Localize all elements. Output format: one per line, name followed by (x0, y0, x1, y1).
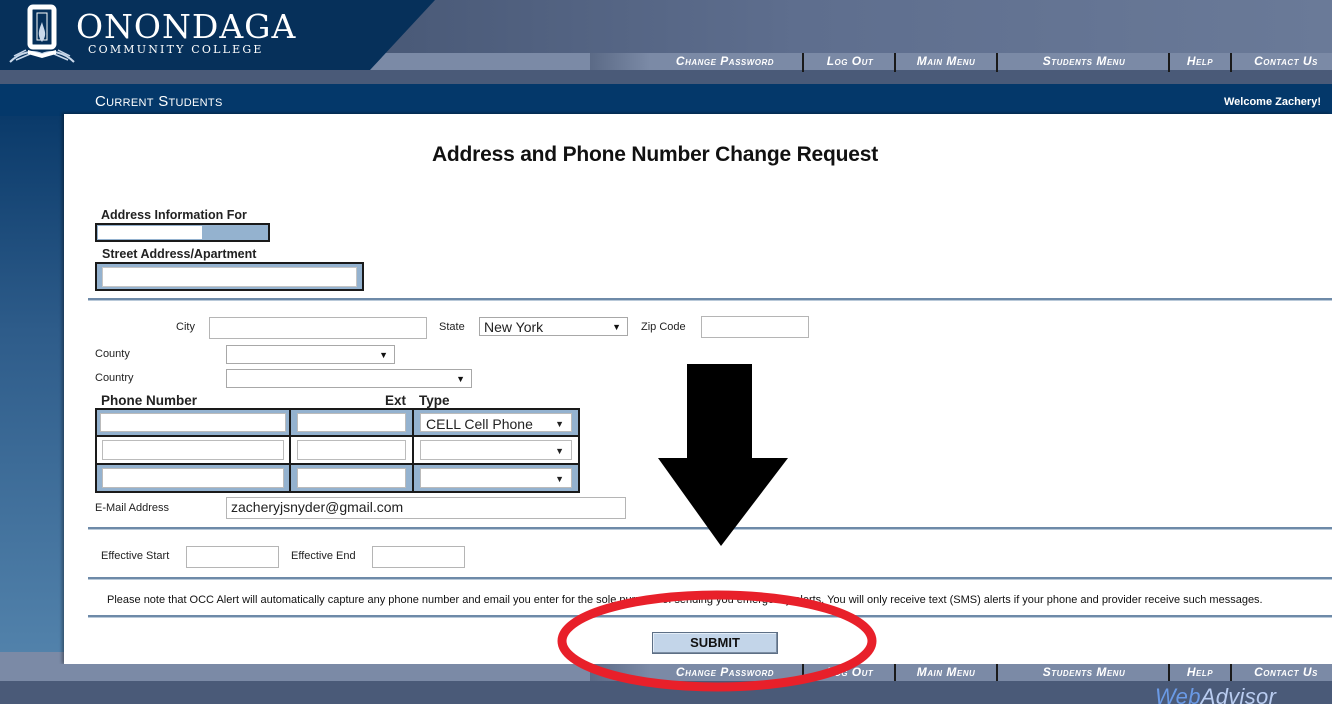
street-address-label: Street Address/Apartment (102, 247, 257, 261)
phone-2-type-select[interactable]: ▼ (420, 440, 572, 460)
left-side-panel-footer (0, 652, 66, 664)
chevron-down-icon: ▼ (379, 350, 388, 360)
ext-header: Ext (385, 393, 407, 408)
footer-nav-help[interactable]: Help (1176, 664, 1224, 681)
nav-contact-us[interactable]: Contact Us (1240, 53, 1332, 70)
phone-2-ext-input[interactable] (297, 440, 406, 460)
phone-3-ext-input[interactable] (297, 468, 406, 488)
email-label: E-Mail Address (95, 502, 169, 514)
college-subtitle: COMMUNITY COLLEGE (88, 43, 264, 56)
phone-row-2-type-cell: ▼ (412, 435, 580, 465)
state-select[interactable]: New York ▼ (479, 317, 628, 336)
nav-separator (894, 53, 896, 72)
zip-input[interactable] (701, 316, 809, 338)
state-selected-value: New York (484, 319, 544, 335)
phone-row-3-ext-cell (289, 463, 414, 493)
webadvisor-logo: WebAdvisor (1155, 684, 1276, 704)
college-logo[interactable]: ONONDAGA COMMUNITY COLLEGE (0, 0, 435, 70)
nav-separator (802, 53, 804, 72)
phone-number-header: Phone Number (101, 393, 198, 408)
phone-1-type-value: CELL Cell Phone (426, 416, 533, 432)
bottom-nav-bar: Change Password Log Out Main Menu Studen… (0, 664, 1332, 683)
college-emblem-icon (9, 4, 75, 63)
state-label: State (439, 321, 465, 333)
nav-fade (590, 53, 650, 70)
street-address-input[interactable] (102, 267, 357, 287)
phone-row-1-type-cell: CELL Cell Phone ▼ (412, 408, 580, 437)
nav-separator (1168, 53, 1170, 72)
main-content-panel (64, 114, 1332, 665)
footer-nav-contact-us[interactable]: Contact Us (1240, 664, 1332, 681)
footer-nav-students-menu[interactable]: Students Menu (1010, 664, 1158, 681)
webadvisor-logo-web: Web (1155, 684, 1201, 704)
page-title: Address and Phone Number Change Request (431, 143, 879, 166)
section-divider (88, 615, 1332, 618)
welcome-message: Welcome Zachery! (1223, 96, 1321, 108)
chevron-down-icon: ▼ (555, 474, 564, 484)
phone-1-ext-input[interactable] (297, 413, 406, 432)
footer-nav-change-password[interactable]: Change Password (656, 664, 794, 681)
footer-nav-log-out[interactable]: Log Out (812, 664, 888, 681)
section-title: Current Students (95, 93, 223, 110)
submit-button[interactable]: SUBMIT (652, 632, 778, 654)
street-address-box (95, 262, 364, 291)
chevron-down-icon: ▼ (555, 419, 564, 429)
footer-nav-main-menu[interactable]: Main Menu (902, 664, 990, 681)
left-side-panel (0, 116, 66, 656)
nav-fade (590, 664, 650, 681)
chevron-down-icon: ▼ (612, 322, 621, 332)
zip-label: Zip Code (641, 321, 686, 333)
phone-3-number-input[interactable] (102, 468, 284, 488)
phone-2-number-input[interactable] (102, 440, 284, 460)
address-info-label: Address Information For (101, 208, 247, 222)
section-divider (88, 577, 1332, 580)
section-divider (88, 527, 1332, 530)
effective-start-input[interactable] (186, 546, 279, 568)
phone-3-type-select[interactable]: ▼ (420, 468, 572, 488)
phone-1-number-input[interactable] (100, 413, 286, 432)
nav-main-menu[interactable]: Main Menu (902, 53, 990, 70)
phone-row-3-type-cell: ▼ (412, 463, 580, 493)
type-header: Type (419, 393, 450, 408)
effective-end-label: Effective End (291, 550, 356, 562)
college-name: ONONDAGA (76, 7, 297, 46)
nav-help[interactable]: Help (1176, 53, 1224, 70)
nav-change-password[interactable]: Change Password (656, 53, 794, 70)
phone-1-type-select[interactable]: CELL Cell Phone ▼ (420, 413, 572, 432)
country-select[interactable]: ▼ (226, 369, 472, 388)
nav-separator (1230, 53, 1232, 72)
chevron-down-icon: ▼ (456, 374, 465, 384)
county-label: County (95, 348, 130, 360)
address-info-value (98, 226, 202, 239)
occ-alert-notice: Please note that OCC Alert will automati… (107, 594, 1263, 606)
county-select[interactable]: ▼ (226, 345, 395, 364)
webadvisor-logo-advisor: Advisor (1200, 684, 1277, 704)
nav-students-menu[interactable]: Students Menu (1010, 53, 1158, 70)
nav-separator (996, 53, 998, 72)
section-divider (88, 298, 1332, 301)
effective-end-input[interactable] (372, 546, 465, 568)
country-label: Country (95, 372, 134, 384)
address-info-box (95, 223, 270, 242)
chevron-down-icon: ▼ (555, 446, 564, 456)
phone-row-3-number-cell (95, 463, 291, 493)
phone-row-1-number-cell (95, 408, 291, 437)
effective-start-label: Effective Start (101, 550, 170, 562)
nav-log-out[interactable]: Log Out (812, 53, 888, 70)
email-input[interactable]: zacheryjsnyder@gmail.com (226, 497, 626, 519)
city-label: City (176, 321, 195, 333)
footer-bar (0, 681, 1332, 704)
city-input[interactable] (209, 317, 427, 339)
phone-row-1-ext-cell (289, 408, 414, 437)
phone-row-2-ext-cell (289, 435, 414, 465)
phone-row-2-number-cell (95, 435, 291, 465)
